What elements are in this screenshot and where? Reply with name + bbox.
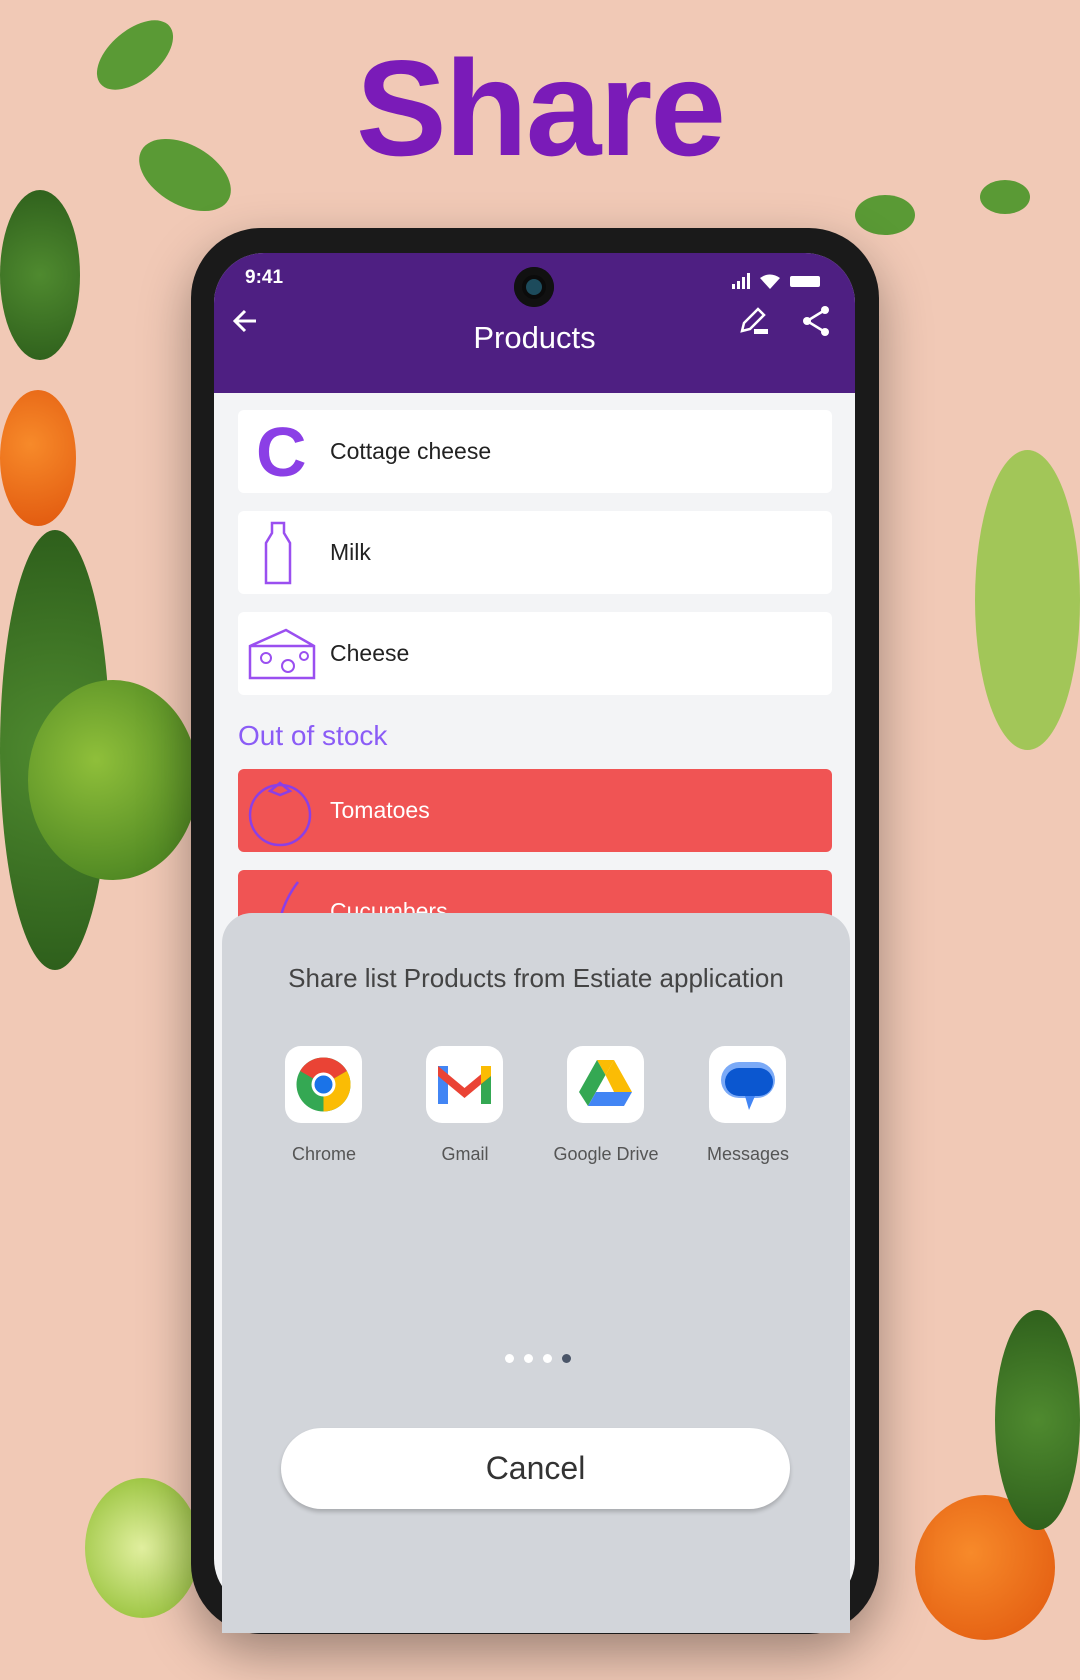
share-sheet: Share list Products from Estiate applica… [222, 913, 850, 1633]
cheese-icon [248, 628, 316, 680]
status-icons [732, 273, 820, 289]
list-item[interactable]: Tomatoes [238, 769, 832, 852]
app-label: Messages [706, 1144, 790, 1164]
chrome-icon [296, 1057, 351, 1112]
product-name: Milk [330, 539, 371, 565]
lime-image [85, 1478, 200, 1618]
gmail-app-button[interactable] [426, 1046, 503, 1123]
tomato-icon [248, 781, 312, 847]
google-drive-app-button[interactable] [567, 1046, 644, 1123]
list-item[interactable]: Milk [238, 511, 832, 594]
broccoli-image [0, 190, 80, 360]
basil-leaf-image [855, 195, 915, 235]
product-name: Cheese [330, 640, 410, 666]
list-item[interactable]: Cheese [238, 612, 832, 695]
app-bar: 9:41 Products [214, 253, 855, 393]
milk-bottle-icon [264, 521, 292, 585]
app-label: Google Drive [553, 1144, 659, 1164]
camera-cutout [514, 267, 554, 307]
cancel-button[interactable]: Cancel [281, 1428, 790, 1509]
avocado-image [28, 680, 198, 880]
edit-icon[interactable] [736, 303, 772, 339]
broccoli-image [995, 1310, 1080, 1530]
gmail-icon [438, 1066, 491, 1104]
product-name: Cottage cheese [330, 438, 492, 464]
messages-app-button[interactable] [709, 1046, 786, 1123]
page-indicator-dot-active[interactable] [562, 1354, 571, 1363]
chrome-app-button[interactable] [285, 1046, 362, 1123]
orange-image [0, 390, 76, 526]
messages-icon [721, 1062, 775, 1110]
status-time: 9:41 [245, 267, 284, 288]
page-indicator-dot[interactable] [505, 1354, 514, 1363]
list-item[interactable]: C Cottage cheese [238, 410, 832, 493]
lettuce-image [975, 450, 1080, 750]
share-icon[interactable] [798, 303, 834, 339]
app-label: Gmail [441, 1144, 489, 1164]
app-label: Chrome [291, 1144, 357, 1164]
section-header-out-of-stock: Out of stock [238, 720, 388, 751]
letter-c-icon: C [256, 413, 307, 491]
share-sheet-title: Share list Products from Estiate applica… [288, 963, 784, 993]
page-indicator-dot[interactable] [543, 1354, 552, 1363]
page-indicator-dot[interactable] [524, 1354, 533, 1363]
product-name: Tomatoes [330, 797, 430, 823]
google-drive-icon [579, 1060, 632, 1106]
headline: Share [356, 32, 726, 184]
